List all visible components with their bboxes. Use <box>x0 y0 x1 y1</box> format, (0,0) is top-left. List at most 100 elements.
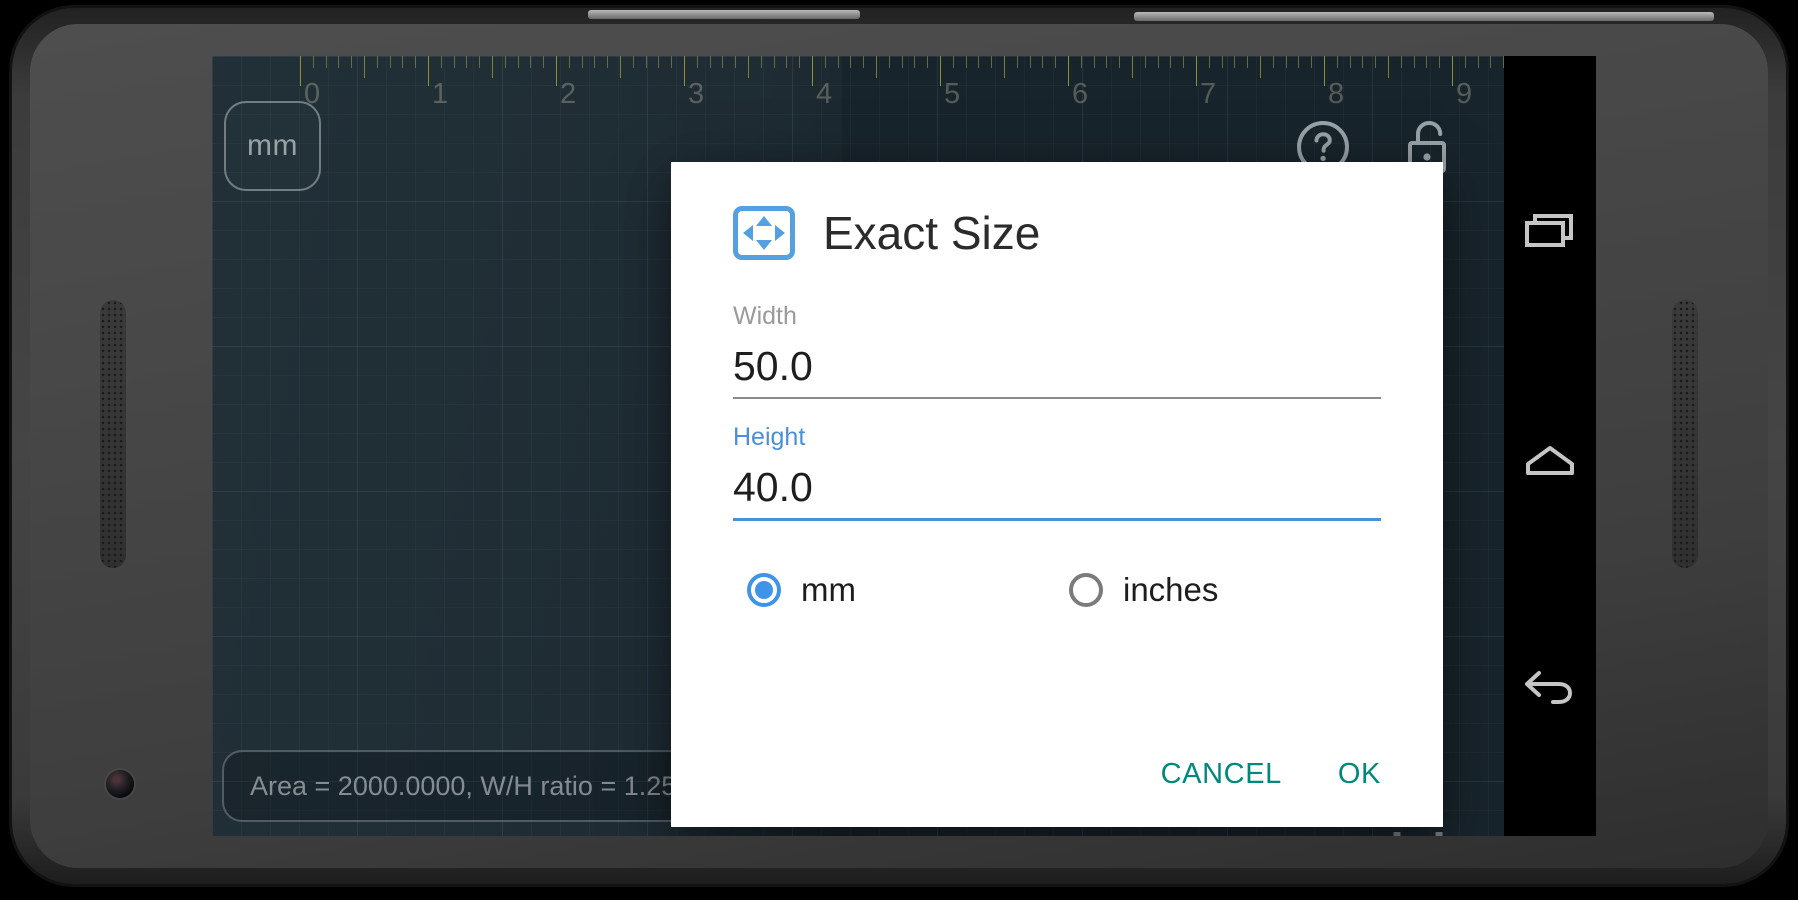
dialog-header: Exact Size <box>733 162 1381 260</box>
ruler-tick <box>1285 56 1287 68</box>
power-button[interactable] <box>1134 12 1714 21</box>
ruler-tick <box>824 56 826 68</box>
ruler-tick <box>325 56 327 68</box>
ruler-tick <box>543 56 545 68</box>
ruler-tick <box>428 56 429 86</box>
dialog-title: Exact Size <box>823 207 1041 259</box>
ok-button[interactable]: OK <box>1338 758 1381 791</box>
ruler-tick <box>1208 56 1210 68</box>
status-text: Area = 2000.0000, W/H ratio = 1.2500 <box>250 770 707 801</box>
nav-back-button[interactable] <box>1515 656 1585 726</box>
speaker-grille-left <box>100 300 126 568</box>
horizontal-ruler: 012345678910 <box>212 56 1596 130</box>
ruler-tick <box>1439 56 1441 68</box>
ruler-tick <box>748 56 749 78</box>
ruler-tick <box>504 56 506 68</box>
ruler-tick <box>440 56 442 68</box>
radio-mm-icon <box>747 573 781 608</box>
ruler-label: 5 <box>944 78 961 110</box>
ruler-tick <box>556 56 557 86</box>
ruler-tick <box>1042 56 1044 68</box>
ruler-tick <box>1157 56 1159 68</box>
ruler-tick <box>1004 56 1005 78</box>
ruler-tick <box>1260 56 1261 78</box>
ruler-tick <box>607 56 609 68</box>
width-field-group: Width 50.0 <box>733 304 1381 400</box>
height-underline <box>733 518 1381 522</box>
ruler-tick <box>1426 56 1428 68</box>
ruler-tick <box>991 56 993 68</box>
radio-mm-label: mm <box>801 571 856 609</box>
ruler-tick <box>364 56 365 78</box>
speaker-grille-right <box>1672 300 1698 568</box>
ruler-tick <box>620 56 621 78</box>
ruler-tick <box>786 56 788 68</box>
nav-recents-button[interactable] <box>1515 198 1585 268</box>
ruler-tick <box>722 56 724 68</box>
ruler-tick <box>1400 56 1402 68</box>
ruler-tick <box>1055 56 1057 68</box>
ruler-tick <box>338 56 340 68</box>
home-icon <box>1526 446 1574 475</box>
unit-toggle-label: mm <box>247 129 298 162</box>
ruler-tick <box>1221 56 1223 68</box>
ruler-tick <box>1119 56 1121 68</box>
ruler-tick <box>1375 56 1377 68</box>
radio-inches-label: inches <box>1123 571 1219 609</box>
ruler-tick <box>952 56 954 68</box>
unit-radio-group: mm inches <box>733 571 1381 609</box>
ruler-label: 2 <box>560 78 577 110</box>
volume-rocker-button[interactable] <box>588 10 860 19</box>
ruler-label: 4 <box>816 78 833 110</box>
ruler-label: 1 <box>432 78 449 110</box>
ruler-tick <box>709 56 711 68</box>
ruler-tick <box>1029 56 1031 68</box>
ruler-tick <box>1388 56 1389 78</box>
ruler-tick <box>978 56 980 68</box>
ruler-tick <box>799 56 801 68</box>
ruler-tick <box>1080 56 1082 68</box>
radio-option-mm[interactable]: mm <box>747 571 1069 609</box>
front-camera-lens <box>106 770 134 798</box>
dialog-actions: CANCEL OK <box>1161 758 1381 791</box>
ruler-tick <box>1183 56 1185 68</box>
ruler-tick <box>1413 56 1415 68</box>
exact-size-resize-icon <box>733 206 795 260</box>
nav-home-button[interactable] <box>1515 427 1585 497</box>
back-arrow-icon <box>1525 671 1573 704</box>
ruler-tick <box>658 56 660 68</box>
ruler-tick <box>773 56 775 68</box>
ruler-tick <box>876 56 877 78</box>
ruler-tick <box>965 56 967 68</box>
ruler-tick <box>415 56 417 68</box>
unit-toggle-button[interactable]: mm <box>224 101 321 191</box>
android-navigation-bar <box>1504 56 1596 836</box>
ruler-tick <box>888 56 890 68</box>
width-input[interactable]: 50.0 <box>733 344 1381 397</box>
ruler-tick <box>645 56 647 68</box>
ruler-tick <box>1324 56 1325 86</box>
ruler-tick <box>1144 56 1146 68</box>
ruler-tick <box>1311 56 1313 68</box>
ruler-tick <box>1362 56 1364 68</box>
ruler-tick <box>632 56 634 68</box>
ruler-tick <box>1170 56 1172 68</box>
ruler-tick <box>312 56 314 68</box>
phone-device-frame: 012345678910 mm <box>12 8 1786 884</box>
ruler-tick <box>684 56 685 86</box>
ruler-label: 6 <box>1072 78 1089 110</box>
ruler-tick <box>1452 56 1453 86</box>
ruler-tick <box>901 56 903 68</box>
height-input[interactable]: 40.0 <box>733 466 1381 518</box>
ruler-tick <box>1068 56 1069 86</box>
ruler-tick <box>1490 56 1492 68</box>
ruler-tick <box>581 56 583 68</box>
ruler-label: 8 <box>1328 78 1345 110</box>
ruler-tick <box>1298 56 1300 68</box>
radio-option-inches[interactable]: inches <box>1069 571 1218 609</box>
ruler-tick <box>479 56 481 68</box>
ruler-tick <box>760 56 762 68</box>
ruler-label: 3 <box>688 78 705 110</box>
ruler-tick <box>402 56 404 68</box>
cancel-button[interactable]: CANCEL <box>1161 758 1282 791</box>
